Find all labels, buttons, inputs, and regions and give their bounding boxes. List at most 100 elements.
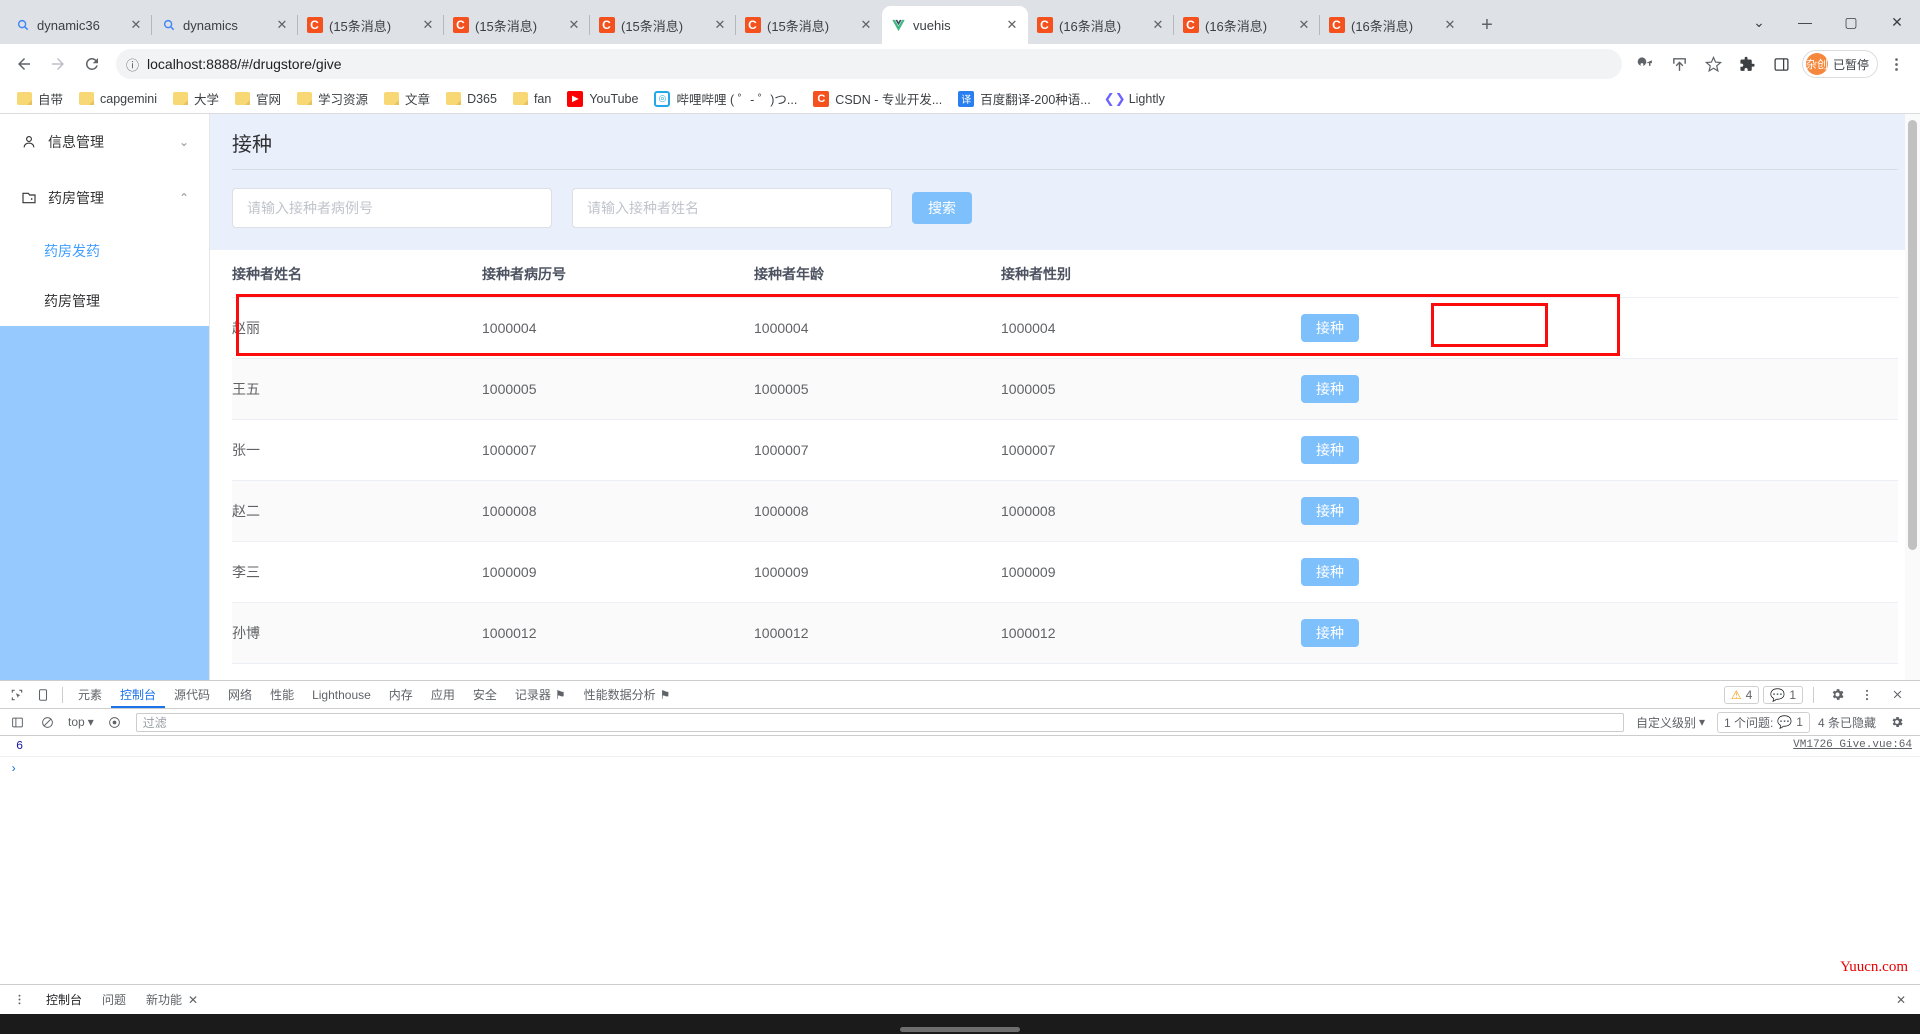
close-tab-icon[interactable]: ✕ <box>858 17 874 33</box>
browser-tab[interactable]: C (16条消息) ✕ <box>1028 6 1174 44</box>
bookmark-item[interactable]: 自带 <box>10 86 70 111</box>
browser-tab[interactable]: C (15条消息) ✕ <box>297 6 444 44</box>
devtools-tab[interactable]: 记录器 ⚑ <box>506 681 575 708</box>
bookmark-item[interactable]: fan <box>506 89 558 109</box>
forward-arrow-icon[interactable] <box>42 48 74 80</box>
reload-icon[interactable] <box>76 48 108 80</box>
drawer-tab[interactable]: 新功能 ✕ <box>136 991 208 1008</box>
inspect-element-icon[interactable] <box>4 683 30 707</box>
key-icon[interactable] <box>1630 48 1662 80</box>
search-name-input[interactable]: 请输入接种者姓名 <box>572 188 892 228</box>
devtools-tab[interactable]: 安全 <box>464 681 506 708</box>
table-row[interactable]: 赵丽 1000004 1000004 1000004 接种 <box>232 297 1898 359</box>
close-tab-icon[interactable]: ✕ <box>274 17 290 33</box>
sidebar-item-pharmacy-manage[interactable]: 药房管理 <box>0 276 209 326</box>
drawer-close-icon[interactable]: ✕ <box>1896 993 1914 1007</box>
devtools-tab[interactable]: 源代码 <box>165 681 219 708</box>
devtools-tab[interactable]: 内存 <box>380 681 422 708</box>
table-row[interactable]: 赵二 1000008 1000008 1000008 接种 <box>232 480 1898 542</box>
table-row[interactable]: 张一 1000007 1000007 1000007 接种 <box>232 419 1898 481</box>
table-row[interactable]: 王五 1000005 1000005 1000005 接种 <box>232 358 1898 420</box>
drawer-tab[interactable]: 控制台 <box>36 991 92 1008</box>
bookmark-item[interactable]: 学习资源 <box>290 86 375 111</box>
browser-tab[interactable]: C (16条消息) ✕ <box>1319 6 1466 44</box>
bookmark-item[interactable]: 官网 <box>228 86 288 111</box>
console-sidebar-toggle-icon[interactable] <box>4 710 30 734</box>
devtools-more-menu-icon[interactable] <box>1854 683 1880 707</box>
col-header-age[interactable]: 接种者年龄 <box>754 250 1001 298</box>
col-header-case-no[interactable]: 接种者病历号 <box>482 250 754 298</box>
star-icon[interactable] <box>1698 48 1730 80</box>
puzzle-icon[interactable] <box>1732 48 1764 80</box>
bookmark-item[interactable]: ❮❯ Lightly <box>1100 88 1172 110</box>
sidebar-item-dispense[interactable]: 药房发药 <box>0 226 209 276</box>
console-settings-eye-icon[interactable] <box>102 710 128 734</box>
table-row[interactable]: 李三 1000009 1000009 1000009 接种 <box>232 541 1898 603</box>
console-message-source[interactable]: VM1726 Give.vue:64 <box>1793 739 1912 751</box>
close-tab-icon[interactable]: ✕ <box>566 17 582 33</box>
bookmark-item[interactable]: 大学 <box>166 86 226 111</box>
address-bar[interactable]: ⓘ localhost:8888/#/drugstore/give <box>116 49 1622 79</box>
maximize-button[interactable]: ▢ <box>1828 0 1874 44</box>
new-tab-button[interactable]: + <box>1470 8 1504 42</box>
browser-tab[interactable]: vuehis ✕ <box>882 6 1028 44</box>
console-settings-gear-icon[interactable] <box>1884 710 1910 734</box>
close-tab-icon[interactable]: ✕ <box>128 17 144 33</box>
browser-tab[interactable]: dynamic36 ✕ <box>6 6 152 44</box>
three-dot-menu-icon[interactable] <box>1880 48 1912 80</box>
vaccinate-button[interactable]: 接种 <box>1301 497 1359 525</box>
browser-tab[interactable]: C (16条消息) ✕ <box>1173 6 1320 44</box>
page-scrollbar[interactable] <box>1905 114 1920 680</box>
back-arrow-icon[interactable] <box>8 48 40 80</box>
drawer-more-menu-icon[interactable] <box>6 988 32 1012</box>
devtools-tab[interactable]: 性能数据分析 ⚑ <box>575 681 680 708</box>
close-drawer-tab-icon[interactable]: ✕ <box>188 993 198 1007</box>
close-tab-icon[interactable]: ✕ <box>1150 17 1166 33</box>
devtools-tab[interactable]: 性能 <box>261 681 303 708</box>
vaccinate-button[interactable]: 接种 <box>1301 314 1359 342</box>
bookmark-item[interactable]: C CSDN - 专业开发... <box>806 86 949 111</box>
browser-tab[interactable]: C (15条消息) ✕ <box>735 6 882 44</box>
devtools-tab[interactable]: 元素 <box>69 681 111 708</box>
vaccinate-button[interactable]: 接种 <box>1301 375 1359 403</box>
bookmark-item[interactable]: 译百度翻译-200种语... <box>951 86 1097 111</box>
log-level-selector[interactable]: 自定义级别 ▾ <box>1632 714 1709 731</box>
sidebar-group-info[interactable]: 信息管理 ⌄ <box>0 114 209 170</box>
tab-search-button[interactable]: ⌄ <box>1736 0 1782 44</box>
close-window-button[interactable]: ✕ <box>1874 0 1920 44</box>
col-header-name[interactable]: 接种者姓名 <box>232 250 482 298</box>
minimize-button[interactable]: — <box>1782 0 1828 44</box>
share-icon[interactable] <box>1664 48 1696 80</box>
table-row[interactable]: 孙博 1000012 1000012 1000012 接种 <box>232 602 1898 664</box>
devtools-tab[interactable]: 应用 <box>422 681 464 708</box>
page-scrollbar-thumb[interactable] <box>1908 120 1917 550</box>
warning-count-chip[interactable]: ⚠ 4 <box>1723 685 1760 704</box>
console-output[interactable]: 6 VM1726 Give.vue:64 › Yuucn.com <box>0 736 1920 984</box>
message-count-chip[interactable]: 💬 1 <box>1763 685 1803 704</box>
sidepanel-icon[interactable] <box>1766 48 1798 80</box>
search-case-input[interactable]: 请输入接种者病例号 <box>232 188 552 228</box>
table-row[interactable]: 赵四100000610000061000006接种 <box>232 663 1898 680</box>
search-button[interactable]: 搜索 <box>912 192 972 224</box>
close-tab-icon[interactable]: ✕ <box>1296 17 1312 33</box>
devtools-tab[interactable]: Lighthouse <box>303 681 380 708</box>
browser-tab[interactable]: dynamics ✕ <box>151 6 298 44</box>
gear-icon[interactable] <box>1824 683 1850 707</box>
drawer-tab[interactable]: 问题 <box>92 991 136 1008</box>
col-header-sex[interactable]: 接种者性别 <box>1001 250 1301 298</box>
browser-tab[interactable]: C (15条消息) ✕ <box>443 6 590 44</box>
console-prompt[interactable]: › <box>0 757 1920 781</box>
profile-chip[interactable]: 杂创 已暂停 <box>1801 50 1878 78</box>
browser-tab[interactable]: C (15条消息) ✕ <box>589 6 736 44</box>
bookmark-item[interactable]: 文章 <box>377 86 437 111</box>
devtools-close-icon[interactable] <box>1884 683 1910 707</box>
devtools-tab[interactable]: 控制台 <box>111 681 165 708</box>
close-tab-icon[interactable]: ✕ <box>712 17 728 33</box>
vaccinate-button[interactable]: 接种 <box>1301 558 1359 586</box>
device-toolbar-icon[interactable] <box>30 683 56 707</box>
bookmark-item[interactable]: D365 <box>439 89 504 109</box>
execution-context-selector[interactable]: top ▾ <box>64 715 98 729</box>
issues-chip[interactable]: 1 个问题: 💬 1 <box>1717 711 1810 733</box>
close-tab-icon[interactable]: ✕ <box>1004 17 1020 33</box>
close-tab-icon[interactable]: ✕ <box>420 17 436 33</box>
